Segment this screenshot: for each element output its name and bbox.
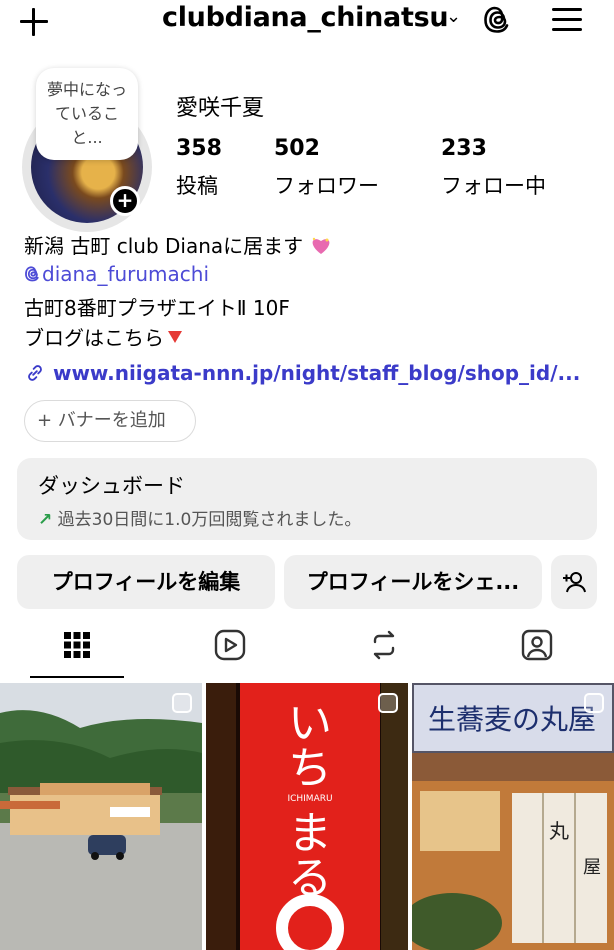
external-link-text[interactable]: www.niigata-nnn.jp/night/staff_blog/shop… xyxy=(53,361,580,385)
followers-count[interactable]: 502 xyxy=(274,136,320,161)
multi-select-box-icon[interactable] xyxy=(584,693,604,713)
red-triangle-down-icon xyxy=(168,331,182,343)
svg-text:い: い xyxy=(288,698,332,749)
posts-label[interactable]: 投稿 xyxy=(176,170,218,200)
add-person-icon xyxy=(563,572,586,593)
note-bubble[interactable]: 夢中になっていること... xyxy=(36,68,138,160)
red-lantern-sign-image: い ち ICHIMARU ま る xyxy=(206,683,408,950)
post-thumbnail-3[interactable]: 生蕎麦の丸屋 丸 屋 xyxy=(412,683,614,950)
tab-grid-icon[interactable] xyxy=(60,628,94,662)
profile-username[interactable]: clubdiana_chinatsu xyxy=(162,2,449,33)
account-switch-chevron-icon[interactable]: ⌄ xyxy=(446,6,461,27)
share-profile-button[interactable]: プロフィールをシェ... xyxy=(284,555,542,609)
svg-text:丸: 丸 xyxy=(549,819,569,843)
hamburger-menu-icon[interactable] xyxy=(552,6,582,34)
tab-reposts-icon[interactable] xyxy=(367,628,401,662)
edit-profile-button[interactable]: プロフィールを編集 xyxy=(17,555,275,609)
bio-address: 古町8番町プラザエイトⅡ 10F xyxy=(24,296,290,320)
discover-people-button[interactable] xyxy=(551,555,597,609)
bio-text: 新潟 古町 club Dianaに居ます xyxy=(24,234,304,258)
svg-text:生蕎麦の丸屋: 生蕎麦の丸屋 xyxy=(428,703,596,736)
bio-line-1: 新潟 古町 club Dianaに居ます xyxy=(24,230,332,259)
threads-handle-link[interactable]: diana_furumachi xyxy=(24,262,209,286)
trend-up-icon: ↗ xyxy=(38,510,53,530)
threads-icon[interactable] xyxy=(482,4,514,36)
active-tab-indicator xyxy=(30,676,124,678)
sparkling-heart-icon xyxy=(312,237,329,254)
tab-reels-icon[interactable] xyxy=(213,628,247,662)
svg-text:ま: ま xyxy=(288,808,332,859)
roadside-building-image xyxy=(0,683,202,950)
post-thumbnail-1[interactable] xyxy=(0,683,202,950)
dashboard-title: ダッシュボード xyxy=(38,474,185,498)
display-name: 愛咲千夏 xyxy=(176,96,265,121)
svg-text:ち: ち xyxy=(288,743,332,794)
bio-line-4: ブログはこちら xyxy=(24,322,182,351)
svg-text:屋: 屋 xyxy=(583,857,601,878)
following-label[interactable]: フォロー中 xyxy=(441,170,546,200)
following-count[interactable]: 233 xyxy=(441,136,487,161)
external-link[interactable]: www.niigata-nnn.jp/night/staff_blog/shop… xyxy=(24,361,580,385)
tab-tagged-icon[interactable] xyxy=(520,628,554,662)
threads-small-icon xyxy=(25,266,39,282)
posts-count[interactable]: 358 xyxy=(176,136,222,161)
bio-blog-text: ブログはこちら xyxy=(24,326,164,350)
followers-label[interactable]: フォロワー xyxy=(274,170,379,200)
post-thumbnail-2[interactable]: い ち ICHIMARU ま る xyxy=(206,683,408,950)
add-banner-button[interactable]: + バナーを追加 xyxy=(24,400,196,442)
add-story-icon[interactable]: + xyxy=(110,186,140,216)
threads-handle-text[interactable]: diana_furumachi xyxy=(42,262,209,286)
new-post-plus-icon[interactable] xyxy=(18,6,50,38)
svg-text:ICHIMARU: ICHIMARU xyxy=(287,794,332,804)
soba-restaurant-image: 生蕎麦の丸屋 丸 屋 xyxy=(412,683,614,950)
dashboard-subtitle: ↗ 過去30日間に1.0万回閲覧されました。 xyxy=(38,505,361,530)
dashboard-views-text: 過去30日間に1.0万回閲覧されました。 xyxy=(57,510,362,530)
multi-select-box-icon[interactable] xyxy=(378,693,398,713)
link-icon xyxy=(28,365,42,381)
multi-select-box-icon[interactable] xyxy=(172,693,192,713)
